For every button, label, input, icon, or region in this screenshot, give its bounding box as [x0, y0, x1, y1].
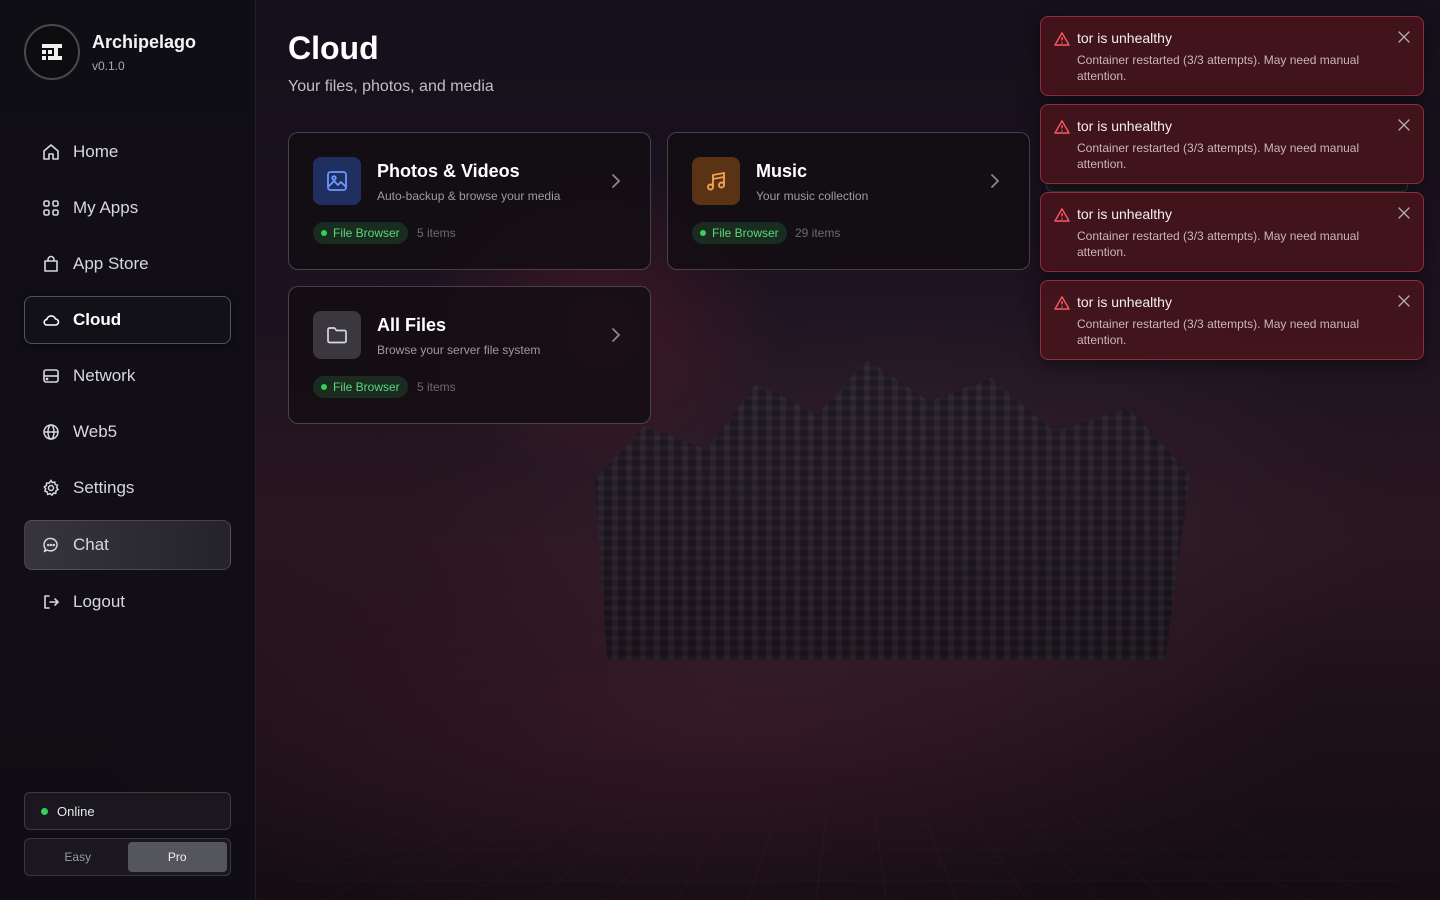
logout-icon [41, 592, 61, 612]
card-photos-videos[interactable]: Photos & Videos Auto-backup & browse you… [288, 132, 651, 270]
card-title: All Files [377, 315, 447, 335]
chevron-right-icon [991, 174, 1000, 188]
connection-status: Online [24, 792, 231, 830]
toast-message: Container restarted (3/3 attempts). May … [1077, 317, 1360, 347]
shopping-bag-icon [41, 254, 61, 274]
sidebar-item-label: My Apps [73, 198, 139, 217]
status-label: Online [57, 803, 95, 819]
sidebar-item-web5[interactable]: Web5 [24, 408, 231, 456]
source-badge: File Browser [692, 222, 787, 244]
source-badge: File Browser [313, 222, 408, 244]
sidebar-item-chat[interactable]: Chat [24, 520, 231, 570]
cloud-icon [41, 310, 61, 330]
sidebar: Archipelago v0.1.0 Home My Apps App Stor… [0, 0, 256, 900]
toast-notification: tor is unhealthy Container restarted (3/… [1040, 192, 1424, 272]
sidebar-item-app-store[interactable]: App Store [24, 240, 231, 288]
toast-title: tor is unhealthy [1077, 30, 1172, 46]
close-icon[interactable] [1397, 118, 1411, 132]
warning-triangle-icon [1054, 32, 1070, 46]
chevron-right-icon [612, 328, 621, 342]
sidebar-item-logout[interactable]: Logout [24, 578, 231, 626]
sidebar-item-cloud[interactable]: Cloud [24, 296, 231, 344]
sidebar-item-label: Cloud [73, 310, 122, 329]
toast-message: Container restarted (3/3 attempts). May … [1077, 141, 1360, 171]
card-description: Auto-backup & browse your media [377, 189, 561, 203]
card-description: Browse your server file system [377, 343, 541, 357]
sidebar-item-label: Home [73, 142, 119, 161]
sidebar-item-label: Network [73, 366, 136, 385]
status-dot-icon [41, 807, 48, 815]
home-icon [41, 142, 61, 162]
sidebar-nav: Home My Apps App Store Cloud Network Web… [24, 128, 231, 634]
image-icon [313, 157, 361, 205]
warning-triangle-icon [1054, 120, 1070, 134]
page-subtitle: Your files, photos, and media [288, 78, 494, 95]
brand-name: Archipelago [92, 31, 197, 52]
mode-pro-button[interactable]: Pro [127, 842, 227, 872]
toast-title: tor is unhealthy [1077, 206, 1172, 222]
mode-toggle: Easy Pro [24, 838, 231, 876]
sidebar-item-label: Logout [73, 592, 125, 611]
page-title: Cloud [288, 30, 379, 66]
sidebar-item-label: Web5 [73, 422, 118, 441]
sidebar-item-network[interactable]: Network [24, 352, 231, 400]
card-all-files[interactable]: All Files Browse your server file system… [288, 286, 651, 424]
archipelago-logo-icon [24, 24, 80, 80]
item-count: 29 items [795, 226, 841, 240]
close-icon[interactable] [1397, 206, 1411, 220]
sidebar-item-label: App Store [73, 254, 149, 273]
sidebar-item-label: Chat [73, 535, 109, 554]
toast-title: tor is unhealthy [1077, 294, 1172, 310]
toast-notification: tor is unhealthy Container restarted (3/… [1040, 16, 1424, 96]
warning-triangle-icon [1054, 208, 1070, 222]
item-count: 5 items [417, 226, 456, 240]
music-note-icon [692, 157, 740, 205]
grid-floor-artwork [256, 810, 1440, 900]
warning-triangle-icon [1054, 296, 1070, 310]
toast-title: tor is unhealthy [1077, 118, 1172, 134]
toast-notification: tor is unhealthy Container restarted (3/… [1040, 104, 1424, 184]
brand-version: v0.1.0 [92, 58, 125, 73]
close-icon[interactable] [1397, 30, 1411, 44]
card-title: Music [756, 161, 808, 181]
card-title: Photos & Videos [377, 161, 520, 181]
brand: Archipelago v0.1.0 [24, 24, 196, 80]
sidebar-item-home[interactable]: Home [24, 128, 231, 176]
folder-icon [313, 311, 361, 359]
chevron-right-icon [612, 174, 621, 188]
apps-grid-icon [41, 198, 61, 218]
toast-notification: tor is unhealthy Container restarted (3/… [1040, 280, 1424, 360]
card-description: Your music collection [756, 189, 869, 203]
mode-easy-button[interactable]: Easy [28, 842, 128, 872]
card-music[interactable]: Music Your music collection File Browser… [667, 132, 1030, 270]
toast-message: Container restarted (3/3 attempts). May … [1077, 53, 1360, 83]
source-badge: File Browser [313, 376, 408, 398]
toast-message: Container restarted (3/3 attempts). May … [1077, 229, 1360, 259]
chat-bubble-icon [41, 535, 61, 555]
item-count: 5 items [417, 380, 456, 394]
globe-icon [41, 422, 61, 442]
gear-icon [41, 478, 61, 498]
close-icon[interactable] [1397, 294, 1411, 308]
sidebar-item-my-apps[interactable]: My Apps [24, 184, 231, 232]
sidebar-item-label: Settings [73, 478, 135, 497]
sidebar-item-settings[interactable]: Settings [24, 464, 231, 512]
server-icon [41, 366, 61, 386]
